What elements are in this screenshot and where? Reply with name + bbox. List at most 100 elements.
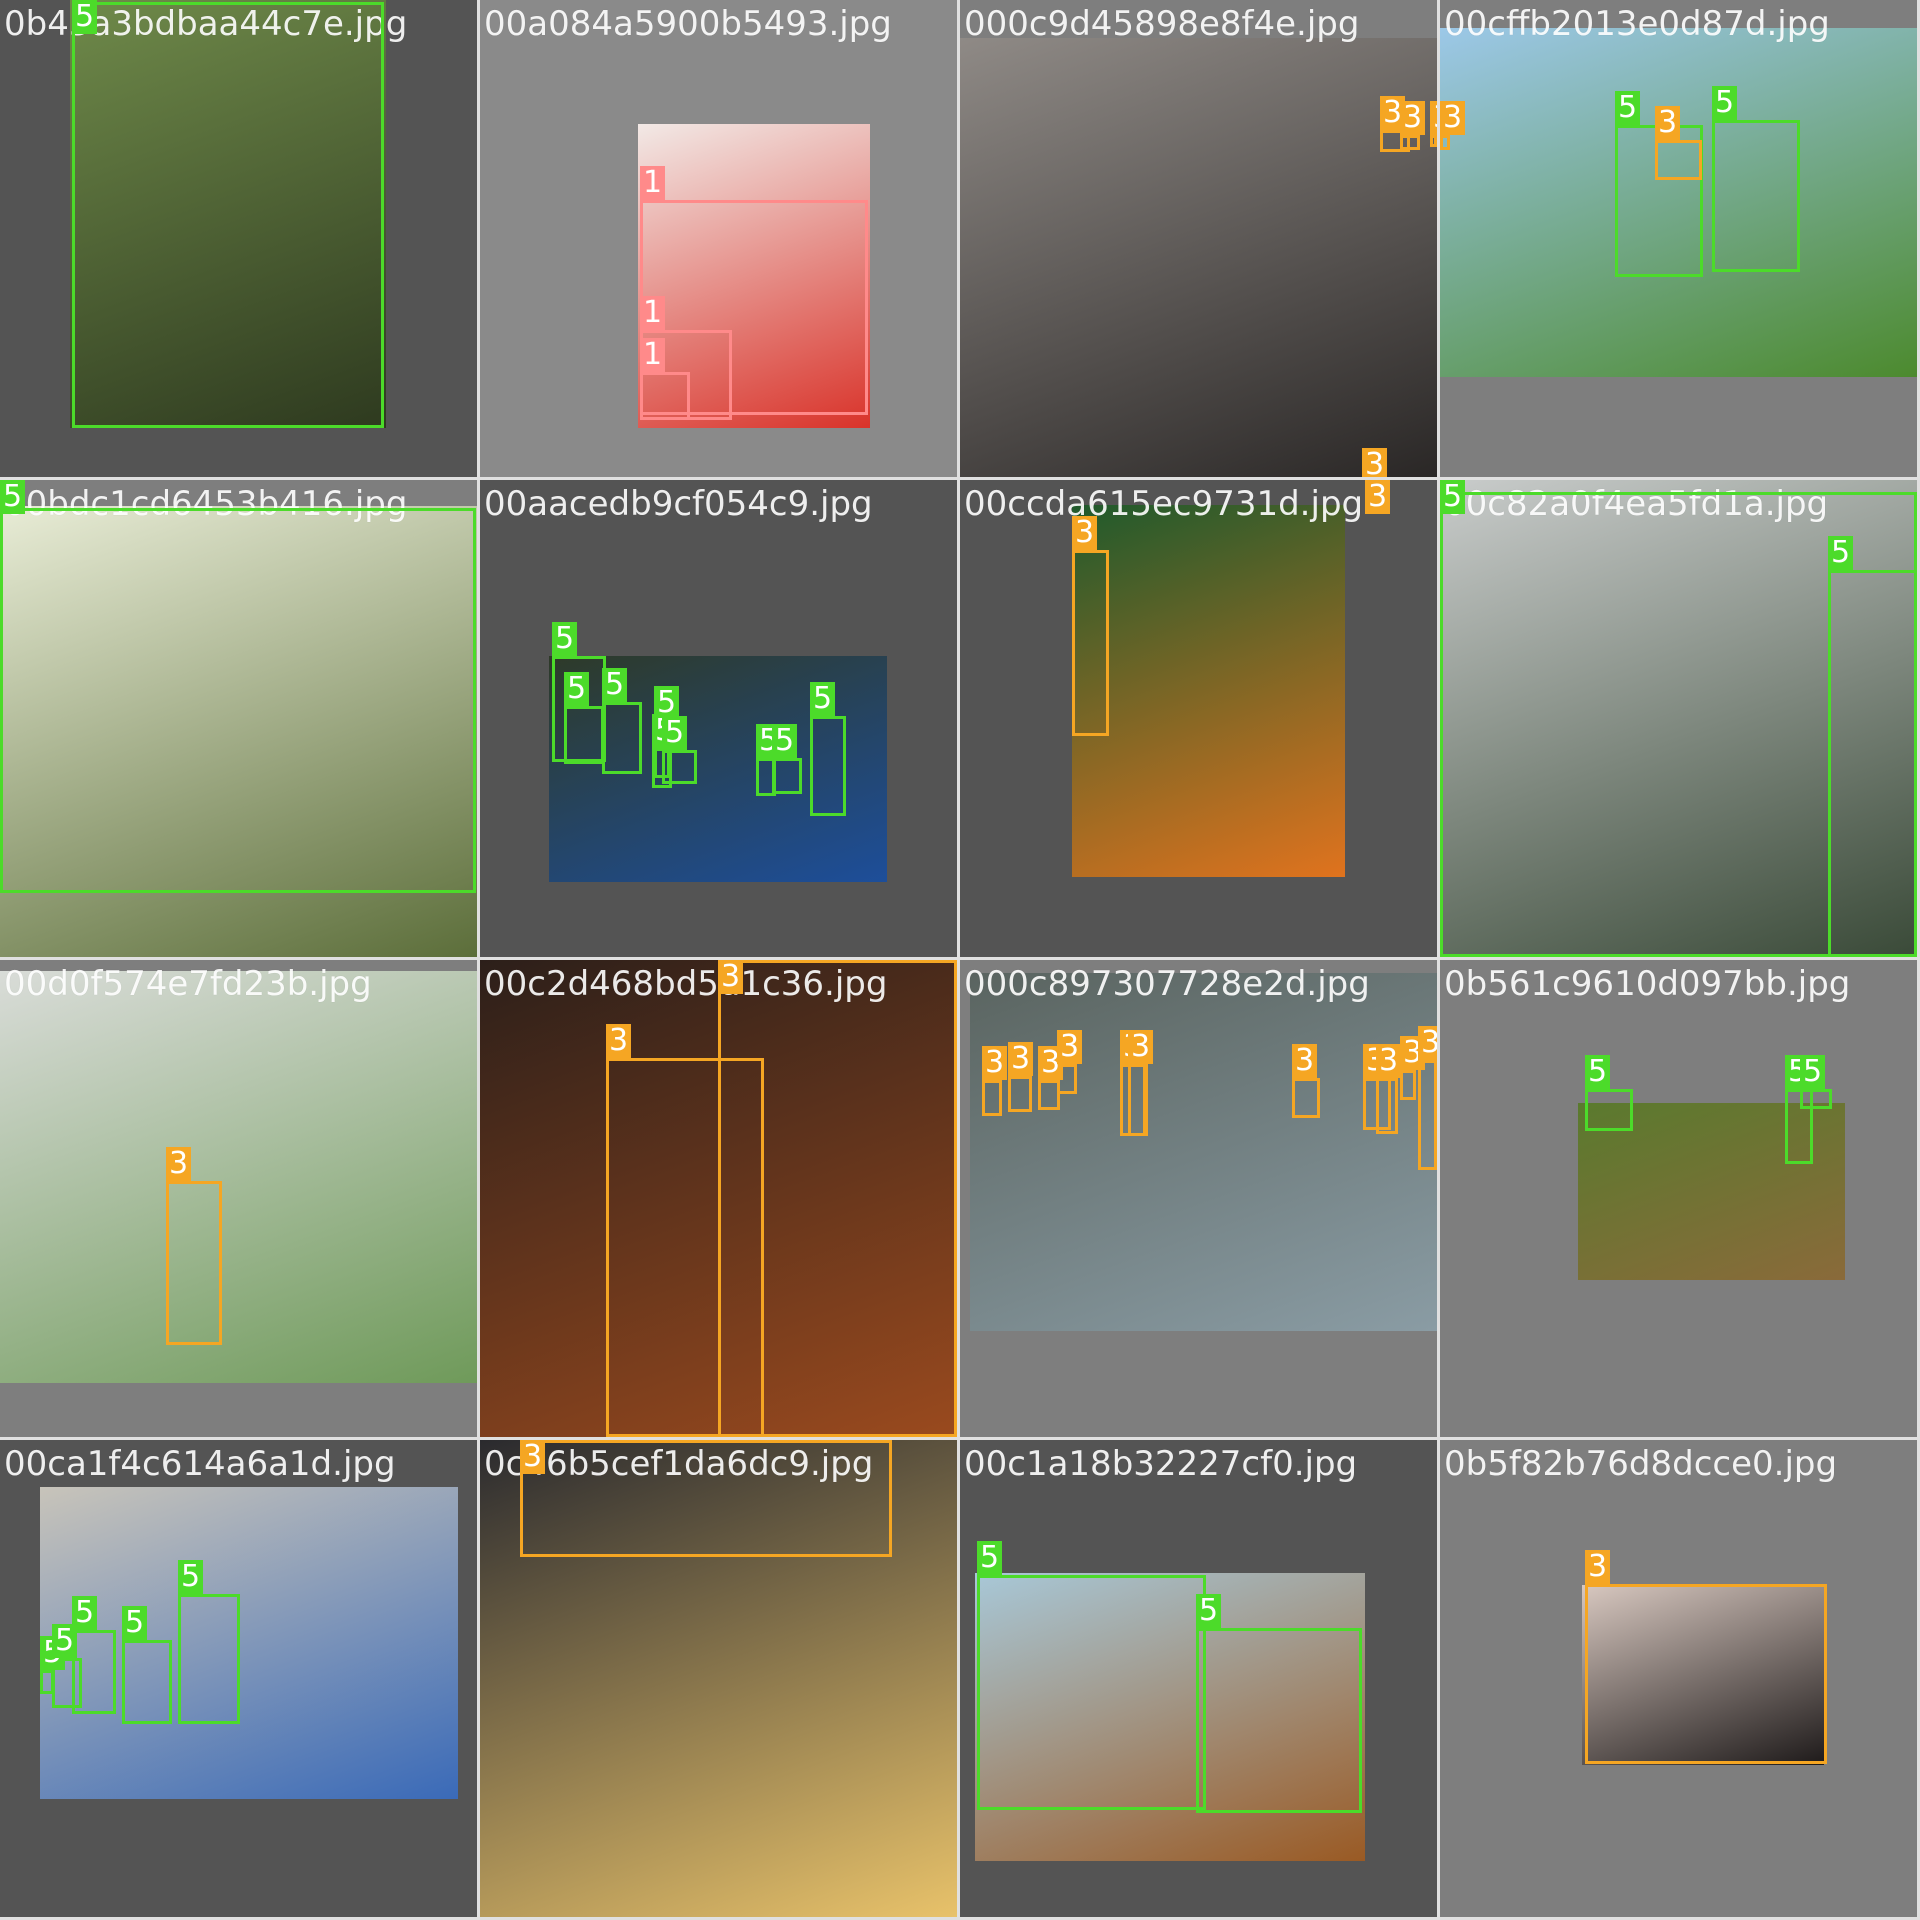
class-label-tag: 3 — [606, 1024, 632, 1058]
detection-box — [1430, 135, 1437, 147]
class-label-tag: 5 — [178, 1560, 204, 1594]
class-label-tag: 3 — [1418, 1026, 1437, 1060]
tile-filename: 00c1a18b32227cf0.jpg — [964, 1444, 1358, 1484]
detection-box — [1828, 570, 1917, 957]
class-label-tag: 3 — [1655, 106, 1681, 140]
class-label-tag: 5 — [564, 672, 590, 706]
detection-box — [982, 1080, 1002, 1116]
class-label-tag: 5 — [122, 1606, 148, 1640]
detection-box — [602, 702, 642, 774]
mosaic-tile: 000c897307728e2d.jpg33333333333 — [960, 960, 1437, 1437]
tile-filename: 00ca1f4c614a6a1d.jpg — [4, 1444, 396, 1484]
tile-filename: 00ccda615ec9731d.jpg — [964, 484, 1364, 524]
tile-filename: 0b5f82b76d8dcce0.jpg — [1444, 1444, 1838, 1484]
class-label-tag: 5 — [1585, 1055, 1611, 1089]
mosaic-tile: 00c2d468bd5d1c36.jpg 3 3 — [480, 960, 957, 1437]
detection-box — [1585, 1584, 1827, 1764]
class-label-tag: 3 — [1362, 448, 1388, 477]
class-label-tag: 5 — [662, 716, 688, 750]
class-label-tag: 3 — [1128, 1030, 1154, 1064]
detection-box — [72, 1630, 116, 1714]
class-label-tag: 5 — [0, 480, 26, 514]
class-label-tag: 1 — [640, 166, 666, 200]
mosaic-tile: 00ca1f4c614a6a1d.jpg55555 — [0, 1440, 477, 1917]
mosaic-tile: 0b45a3bdbaa44c7e.jpg 5 — [0, 0, 477, 477]
detection-box — [72, 2, 384, 428]
class-label-tag: 3 — [1365, 480, 1391, 514]
class-label-tag: 3 — [718, 960, 744, 994]
class-label-tag: 5 — [772, 724, 798, 758]
detection-box — [1376, 1078, 1398, 1134]
detection-box — [718, 960, 957, 1437]
class-label-tag: 5 — [552, 622, 578, 656]
tile-filename: 00a084a5900b5493.jpg — [484, 4, 892, 44]
mosaic-tile: 0c46b5cef1da6dc9.jpg 3 — [480, 1440, 957, 1917]
mosaic-tile: 00ccda615ec9731d.jpg 3 3 — [960, 480, 1437, 957]
detection-box — [178, 1594, 240, 1724]
class-label-tag: 1 — [640, 338, 666, 372]
detection-box — [1072, 550, 1109, 736]
tile-filename: 000c9d45898e8f4e.jpg — [964, 4, 1360, 44]
class-label-tag: 3 — [1440, 101, 1466, 135]
mosaic-tile: 0b561c9610d097bb.jpg 5 5 5 — [1440, 960, 1917, 1437]
class-label-tag: 5 — [810, 682, 836, 716]
class-label-tag: 5 — [1440, 480, 1466, 514]
detection-box — [1196, 1628, 1362, 1813]
detection-box — [166, 1181, 222, 1345]
class-label-tag: 3 — [1292, 1044, 1318, 1078]
class-label-tag: 3 — [1430, 101, 1437, 135]
class-label-tag: 3 — [1400, 101, 1426, 135]
detection-box — [772, 758, 802, 794]
class-label-tag: 5 — [1712, 86, 1738, 120]
detection-box — [1400, 135, 1420, 150]
tile-filename: 0b561c9610d097bb.jpg — [1444, 964, 1851, 1004]
detection-box — [810, 716, 846, 816]
detection-box — [564, 706, 604, 764]
water-skier-by-palm-trees — [0, 971, 477, 1383]
detection-box — [1712, 120, 1800, 272]
detection-box — [662, 750, 697, 784]
mosaic-tile: 000c9d45898e8f4e.jpg3333 — [960, 0, 1437, 477]
mosaic-tile: 0b5f82b76d8dcce0.jpg 3 — [1440, 1440, 1917, 1917]
detection-box — [977, 1575, 1206, 1810]
class-label-tag: 3 — [1008, 1042, 1034, 1076]
mosaic-tile: 00aacedb9cf054c9.jpg555555555 — [480, 480, 957, 957]
class-label-tag: 5 — [72, 1596, 98, 1630]
mosaic-tile: 00a084a5900b5493.jpg 1 1 1 — [480, 0, 957, 477]
detection-box — [640, 372, 690, 420]
detection-box — [520, 1440, 892, 1557]
detection-box — [1400, 1070, 1416, 1100]
tile-filename: 00cffb2013e0d87d.jpg — [1444, 4, 1830, 44]
mosaic-tile: 00c82a0f4ea5fd1a.jpg 5 5 — [1440, 480, 1917, 957]
row-of-rental-bicycles — [960, 38, 1437, 477]
detection-box — [1800, 1089, 1832, 1109]
class-label-tag: 3 — [520, 1440, 546, 1474]
class-label-tag: 5 — [1800, 1055, 1826, 1089]
mosaic-tile: 00bdc1cd6453b416.jpg 5 — [0, 480, 477, 957]
bear-statue-fountain-in-pool — [970, 973, 1437, 1331]
class-label-tag: 3 — [1585, 1550, 1611, 1584]
detection-box — [1585, 1089, 1633, 1131]
detection-box — [1008, 1076, 1032, 1112]
class-label-tag: 5 — [977, 1541, 1003, 1575]
detection-box — [1418, 1060, 1437, 1170]
detection-box — [1292, 1078, 1320, 1118]
class-label-tag: 3 — [1057, 1030, 1083, 1064]
tile-filename: 000c897307728e2d.jpg — [964, 964, 1370, 1004]
tile-filename: 00d0f574e7fd23b.jpg — [4, 964, 372, 1004]
class-label-tag: 5 — [1828, 536, 1854, 570]
detection-box — [122, 1640, 172, 1724]
detection-box — [1655, 140, 1702, 180]
detection-box — [1128, 1064, 1148, 1136]
class-label-tag: 3 — [166, 1147, 192, 1181]
class-label-tag: 5 — [1615, 91, 1641, 125]
class-label-tag: 3 — [1376, 1044, 1402, 1078]
tile-filename: 00aacedb9cf054c9.jpg — [484, 484, 873, 524]
class-label-tag: 5 — [72, 0, 98, 34]
class-label-tag: 3 — [982, 1046, 1008, 1080]
class-label-tag: 1 — [640, 296, 666, 330]
detection-box — [1440, 135, 1450, 150]
detection-box — [0, 508, 476, 893]
mosaic-tile: 00d0f574e7fd23b.jpg 3 — [0, 960, 477, 1437]
market-stall-of-carrots — [1072, 505, 1345, 877]
